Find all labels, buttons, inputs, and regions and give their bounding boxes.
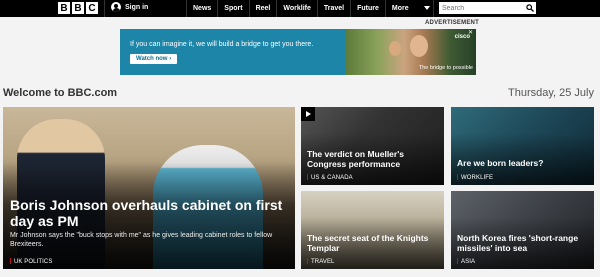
nav-news[interactable]: News	[186, 0, 217, 17]
logo-letter: B	[58, 2, 70, 14]
sign-in-button[interactable]: Sign in	[111, 2, 148, 12]
story-tag[interactable]: TRAVEL	[307, 258, 335, 265]
story-tag[interactable]: ASIA	[457, 258, 475, 265]
story-title[interactable]: North Korea fires 'short-range missiles'…	[457, 233, 591, 253]
story-card[interactable]: North Korea fires 'short-range missiles'…	[451, 191, 594, 269]
nav-travel[interactable]: Travel	[316, 0, 350, 17]
story-title[interactable]: The verdict on Mueller's Congress perfor…	[307, 149, 441, 169]
watch-now-button[interactable]: Watch now ›	[130, 54, 178, 64]
advert-person	[389, 41, 401, 56]
hero-story-card[interactable]: Boris Johnson overhauls cabinet on first…	[3, 107, 295, 269]
search-box	[439, 2, 536, 14]
current-date: Thursday, 25 July	[507, 87, 594, 99]
hero-story-tag[interactable]: UK POLITICS	[10, 258, 52, 265]
advert-tagline: The bridge to possible	[418, 65, 473, 71]
nav-reel[interactable]: Reel	[248, 0, 277, 17]
main-nav: News Sport Reel Worklife Travel Future M…	[186, 0, 441, 17]
hero-story-summary: Mr Johnson says the "buck stops with me"…	[10, 232, 273, 248]
play-icon	[301, 107, 315, 121]
user-icon	[111, 2, 121, 12]
story-title[interactable]: Are we born leaders?	[457, 158, 591, 168]
sign-in-label: Sign in	[125, 3, 149, 11]
advert-person	[410, 35, 428, 57]
search-icon[interactable]	[526, 4, 534, 12]
search-input[interactable]	[439, 2, 523, 14]
story-tag[interactable]: WORKLIFE	[457, 174, 493, 181]
nav-future[interactable]: Future	[350, 0, 385, 17]
bbc-logo[interactable]: B B C	[58, 2, 98, 14]
advert-text: If you can imagine it, we will build a b…	[130, 41, 314, 48]
divider	[433, 0, 434, 17]
story-card[interactable]: The secret seat of the Knights Templar T…	[301, 191, 444, 269]
logo-letter: C	[86, 2, 98, 14]
page-title: Welcome to BBC.com	[3, 87, 118, 99]
advert-image: cisco The bridge to possible	[345, 29, 476, 75]
story-card[interactable]: The verdict on Mueller's Congress perfor…	[301, 107, 444, 185]
hero-story-title[interactable]: Boris Johnson overhauls cabinet on first…	[10, 197, 292, 229]
story-tag[interactable]: US & CANADA	[307, 174, 353, 181]
logo-letter: B	[72, 2, 84, 14]
story-card[interactable]: Are we born leaders? WORKLIFE	[451, 107, 594, 185]
nav-sport[interactable]: Sport	[217, 0, 248, 17]
divider	[104, 0, 105, 17]
nav-worklife[interactable]: Worklife	[276, 0, 317, 17]
advert-banner[interactable]: If you can imagine it, we will build a b…	[120, 29, 476, 75]
ad-choices-icon[interactable]: ✕	[468, 30, 474, 36]
story-title[interactable]: The secret seat of the Knights Templar	[307, 233, 441, 253]
top-navigation-bar: B B C Sign in News Sport Reel Worklife T…	[0, 0, 600, 17]
chevron-down-icon	[424, 6, 430, 10]
advertisement-label: ADVERTISEMENT	[425, 20, 479, 26]
